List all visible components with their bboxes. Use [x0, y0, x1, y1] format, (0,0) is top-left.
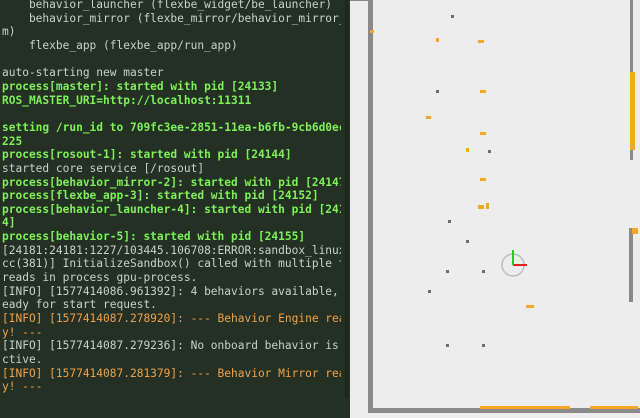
terminal-line: 4] [2, 216, 16, 230]
obstacle-marker [480, 132, 486, 135]
terminal-line: [INFO] [1577414087.281379]: --- Behavior… [2, 366, 350, 380]
terminal-line: [INFO] [1577414087.278920]: --- Behavior… [2, 312, 350, 326]
map-point [482, 344, 485, 347]
terminal-line: process[flexbe_app-3]: started with pid … [2, 189, 319, 203]
terminal-line: ROS_MASTER_URI=http://localhost:11311 [2, 93, 252, 107]
terminal-line: reads in process gpu-process. [2, 271, 198, 285]
obstacle-marker [478, 205, 484, 209]
obstacle-marker [466, 148, 469, 152]
terminal-scrollbar[interactable] [341, 0, 350, 418]
terminal-line: ctive. [2, 353, 43, 367]
terminal-line: behavior_mirror (flexbe_mirror/behavior_… [2, 11, 350, 25]
terminal-line: flexbe_app (flexbe_app/run_app) [2, 38, 238, 52]
terminal-line: 225 [2, 134, 23, 148]
obstacle-markers [370, 30, 638, 409]
obstacle-marker [632, 228, 638, 234]
map-point [436, 90, 439, 93]
map-point [428, 290, 431, 293]
terminal-line: process[behavior_mirror-2]: started with… [2, 175, 350, 189]
obstacle-marker [480, 406, 570, 409]
map-wall-left [368, 0, 373, 412]
terminal-line: [24181:24181:1227/103445.106708:ERROR:sa… [2, 243, 350, 257]
terminal-line: auto-starting new master [2, 66, 164, 80]
obstacle-marker [630, 72, 635, 150]
obstacle-marker [436, 38, 439, 42]
map-point [466, 240, 469, 243]
terminal-scrollbar-thumb[interactable] [345, 0, 348, 398]
map-canvas [350, 0, 640, 413]
terminal-line: setting /run_id to 709fc3ee-2851-11ea-b6… [2, 120, 350, 134]
terminal-line: m) [2, 25, 16, 39]
robot-pose-marker[interactable] [501, 250, 527, 277]
terminal-line: y! --- [2, 380, 43, 394]
map-view[interactable] [350, 0, 640, 418]
map-wall-right-lower [629, 228, 633, 302]
map-point [448, 220, 451, 223]
obstacle-marker [526, 305, 534, 308]
terminal-line: process[behavior-5]: started with pid [2… [2, 230, 306, 244]
terminal-line: [INFO] [1577414086.961392]: 4 behaviors … [2, 284, 350, 298]
obstacle-marker [370, 30, 374, 33]
map-point [482, 270, 485, 273]
terminal-line: started core service [/rosout] [2, 161, 205, 175]
map-point [446, 344, 449, 347]
terminal-line: eady for start request. [2, 298, 157, 312]
obstacle-marker [426, 116, 431, 119]
terminal-line: process[rosout-1]: started with pid [241… [2, 148, 292, 162]
map-point [451, 15, 454, 18]
terminal-line: process[behavior_launcher-4]: started wi… [2, 202, 350, 216]
terminal-line: behavior_launcher (flexbe_widget/be_laun… [2, 0, 333, 11]
map-wall-top-left [350, 0, 368, 1]
map-point [446, 270, 449, 273]
obstacle-marker [480, 178, 486, 181]
terminal-line: cc(381)] InitializeSandbox() called with… [2, 257, 350, 271]
obstacle-marker [478, 40, 484, 43]
map-point [488, 150, 491, 153]
terminal-output: behavior_launcher (flexbe_widget/be_laun… [2, 0, 350, 394]
obstacle-marker [590, 406, 638, 409]
obstacle-marker [480, 90, 486, 93]
obstacle-marker [486, 203, 489, 209]
terminal-line: [INFO] [1577414087.279236]: No onboard b… [2, 339, 350, 353]
terminal-line: process[master]: started with pid [24133… [2, 79, 279, 93]
terminal-window[interactable]: behavior_launcher (flexbe_widget/be_laun… [0, 0, 350, 418]
terminal-line: y! --- [2, 325, 43, 339]
